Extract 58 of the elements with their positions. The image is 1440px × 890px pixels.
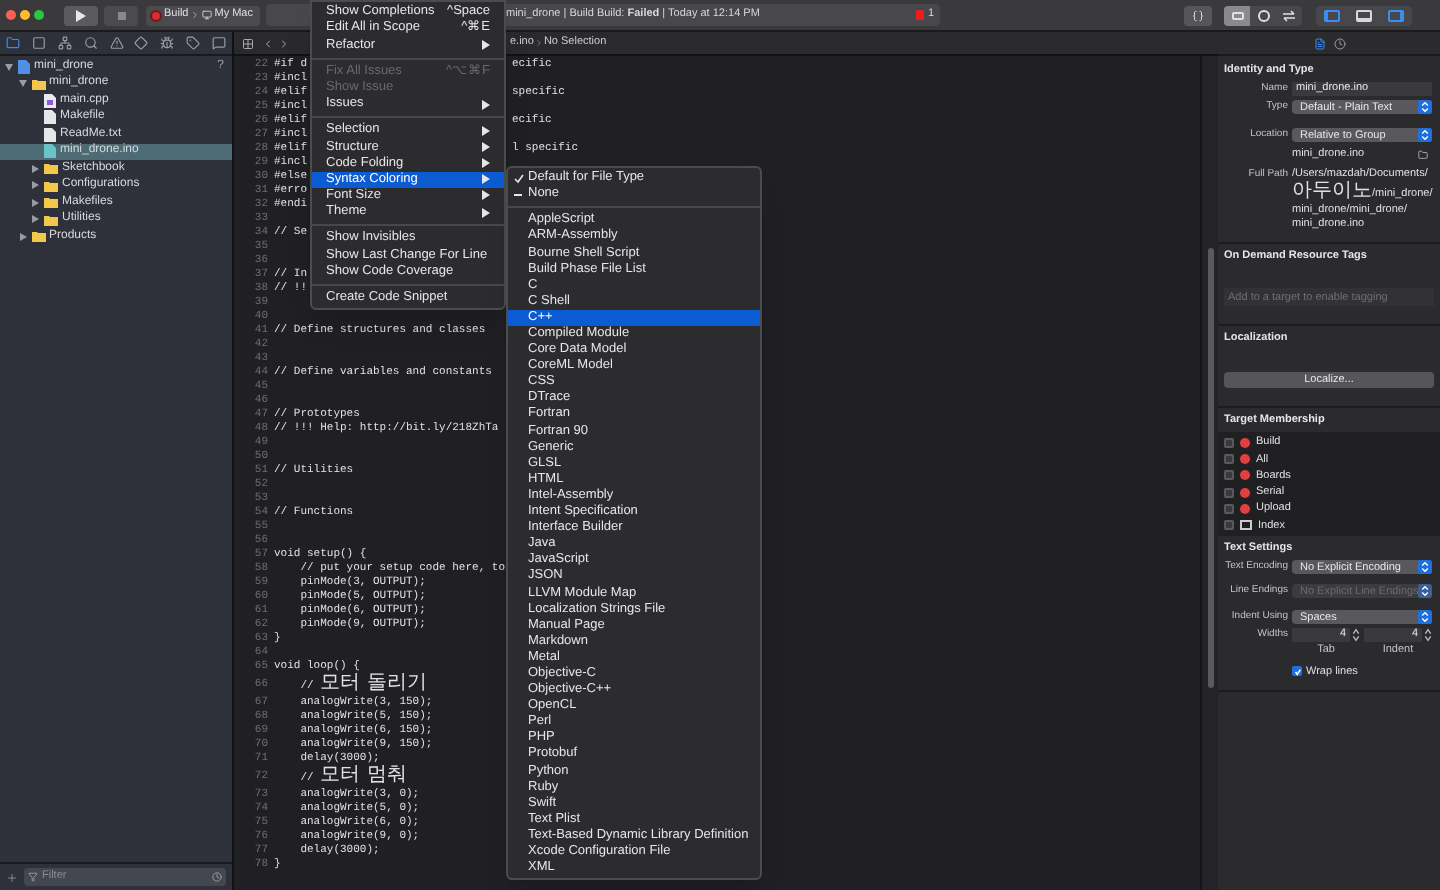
stepper-icon	[1418, 610, 1432, 625]
stepper-icon[interactable]	[1424, 628, 1432, 643]
disclosure-icon[interactable]	[17, 78, 27, 89]
bug-icon[interactable]	[160, 36, 175, 50]
square-icon[interactable]	[31, 36, 46, 50]
speech-bubble-icon[interactable]	[212, 36, 226, 50]
computer-icon	[202, 10, 213, 20]
stop-icon	[117, 11, 125, 19]
zoom-icon[interactable]	[34, 10, 44, 20]
disclosure-icon[interactable]	[30, 163, 40, 174]
grid-icon[interactable]	[242, 37, 254, 49]
file-icon[interactable]	[1313, 37, 1325, 49]
search-icon[interactable]	[83, 36, 98, 50]
checkbox[interactable]	[1224, 504, 1234, 515]
filter-icon	[28, 872, 38, 882]
stepper-icon	[1418, 100, 1432, 115]
disclosure-icon[interactable]	[30, 214, 40, 225]
stepper-icon	[1418, 584, 1433, 599]
chevron-icon	[190, 10, 201, 20]
stepper-icon	[1418, 128, 1432, 143]
list-icon	[1240, 520, 1252, 531]
folder-icon	[31, 77, 45, 90]
lines-icon[interactable]	[1224, 5, 1250, 25]
checkbox[interactable]	[1224, 437, 1234, 448]
clock-icon[interactable]	[212, 872, 222, 882]
forward-icon[interactable]	[278, 37, 290, 49]
disclosure-icon[interactable]	[17, 231, 27, 242]
check-icon	[514, 173, 524, 184]
disclosure-icon[interactable]	[4, 61, 14, 72]
target-icon	[150, 9, 162, 21]
checkbox[interactable]	[1224, 470, 1234, 481]
disclosure-icon[interactable]	[30, 197, 40, 208]
tag-icon[interactable]	[186, 36, 201, 50]
checkbox[interactable]	[1224, 454, 1234, 465]
warning-icon[interactable]	[109, 36, 123, 50]
document-icon	[18, 59, 30, 74]
source-file-icon	[44, 93, 56, 108]
checkbox[interactable]	[1224, 520, 1234, 531]
back-icon[interactable]	[262, 37, 274, 49]
add-icon[interactable]	[6, 871, 18, 883]
folder-icon[interactable]	[6, 36, 20, 50]
scrollbar[interactable]	[1200, 56, 1218, 890]
close-icon[interactable]	[6, 10, 16, 20]
folder-icon[interactable]	[1418, 149, 1428, 160]
stepper-icon	[1418, 560, 1432, 575]
braces-icon	[1192, 9, 1204, 21]
disclosure-icon[interactable]	[30, 180, 40, 191]
stepper-icon[interactable]	[1352, 628, 1360, 643]
clock-icon[interactable]	[1333, 37, 1345, 49]
minimize-icon[interactable]	[20, 10, 30, 20]
hierarchy-icon[interactable]	[57, 36, 72, 50]
dash-icon	[514, 193, 522, 196]
chevron-icon	[533, 38, 544, 48]
checkbox[interactable]	[1224, 487, 1234, 498]
diamond-icon[interactable]	[134, 36, 149, 50]
library-button[interactable]	[1184, 5, 1212, 25]
play-icon	[76, 9, 86, 21]
run-button[interactable]	[64, 5, 98, 25]
